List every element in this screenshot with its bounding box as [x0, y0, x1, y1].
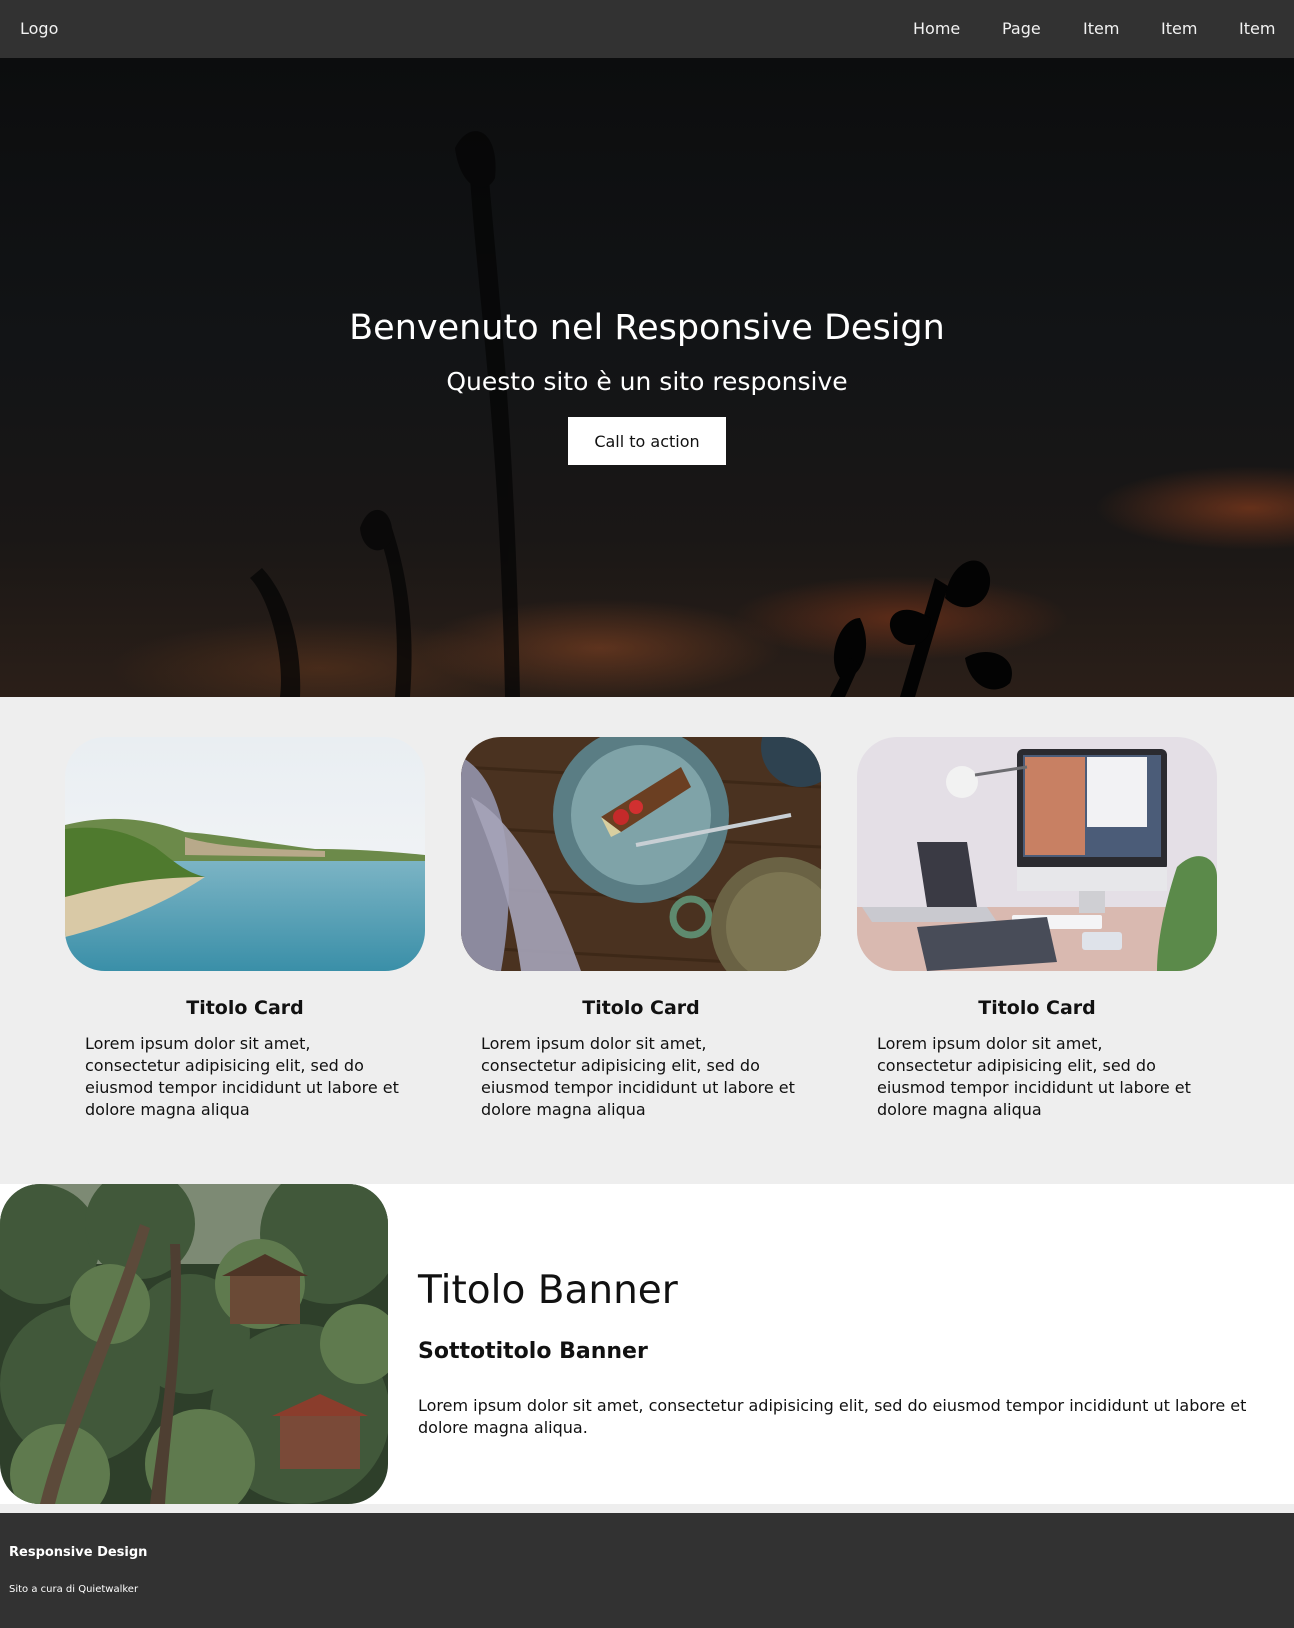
section-divider [0, 1504, 1294, 1513]
card-text: Lorem ipsum dolor sit amet, consectetur … [85, 1034, 399, 1119]
card-text: Lorem ipsum dolor sit amet, consectetur … [481, 1034, 795, 1119]
cards-section: Titolo Card Lorem ipsum dolor sit amet, … [0, 697, 1294, 1184]
card-title: Titolo Card [582, 997, 700, 1019]
hero-section: Benvenuto nel Responsive Design Questo s… [0, 58, 1294, 697]
banner-section: Titolo Banner Sottotitolo Banner Lorem i… [0, 1184, 1294, 1504]
card-text: Lorem ipsum dolor sit amet, consectetur … [877, 1034, 1191, 1119]
footer: Responsive Design Sito a cura di Quietwa… [0, 1513, 1294, 1628]
logo-link[interactable]: Logo [20, 19, 58, 38]
banner-title: Titolo Banner [418, 1268, 678, 1313]
dessert-plate-image [461, 737, 821, 971]
banner-text: Lorem ipsum dolor sit amet, consectetur … [418, 1396, 1247, 1437]
card: Titolo Card Lorem ipsum dolor sit amet, … [857, 737, 1217, 1121]
banner-subtitle: Sottotitolo Banner [418, 1339, 648, 1364]
nav-item-item-1[interactable]: Item [1083, 19, 1119, 38]
nav-item-home[interactable]: Home [913, 19, 960, 38]
navbar: Logo Home Page Item Item Item [0, 0, 1294, 58]
card-title: Titolo Card [978, 997, 1096, 1019]
nav-item-page[interactable]: Page [1002, 19, 1041, 38]
hero-subtitle: Questo sito è un sito responsive [446, 367, 848, 396]
desk-computer-image [857, 737, 1217, 971]
nav-item-item-3[interactable]: Item [1239, 19, 1275, 38]
call-to-action-button[interactable]: Call to action [568, 417, 726, 465]
footer-credit: Sito a cura di Quietwalker [9, 1584, 139, 1595]
hero-title: Benvenuto nel Responsive Design [349, 308, 945, 348]
footer-title: Responsive Design [9, 1545, 148, 1560]
card: Titolo Card Lorem ipsum dolor sit amet, … [461, 737, 821, 1121]
jungle-house-image [0, 1184, 388, 1504]
card: Titolo Card Lorem ipsum dolor sit amet, … [65, 737, 425, 1121]
card-title: Titolo Card [186, 997, 304, 1019]
nav-item-item-2[interactable]: Item [1161, 19, 1197, 38]
coastline-image [65, 737, 425, 971]
